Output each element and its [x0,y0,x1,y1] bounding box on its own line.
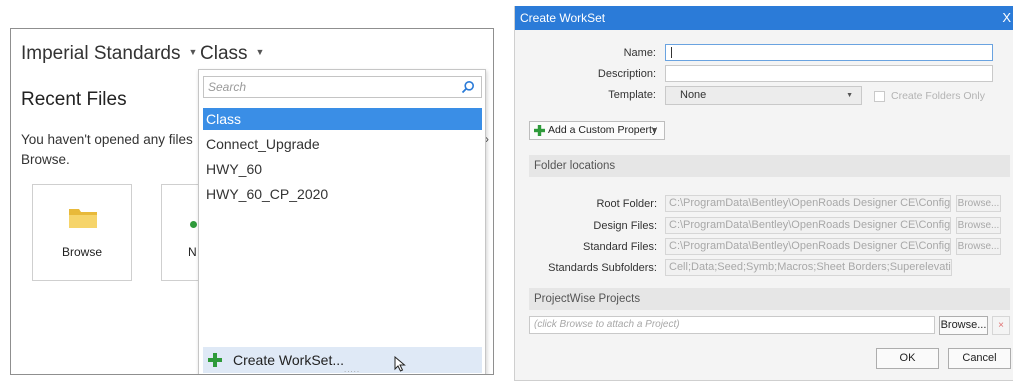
design-files-label: Design Files: [593,220,657,232]
dropdown-item-class[interactable]: Class [203,108,482,130]
browse-tile-label: Browse [61,245,102,259]
chevron-down-icon: ▼ [651,127,658,134]
browse-tile[interactable]: Browse [32,184,132,281]
standard-files-browse-button[interactable]: Browse... [956,238,1001,255]
design-files-browse-button[interactable]: Browse... [956,217,1001,234]
standard-files-label: Standard Files: [583,241,657,253]
dialog-titlebar: Create WorkSet X [515,6,1013,30]
template-select-value: None [680,89,707,101]
standards-subfolders-label: Standards Subfolders: [548,262,657,274]
chevron-down-icon: ▼ [255,47,265,57]
create-workset-label: Create WorkSet... [233,352,345,368]
workset-dropdown: Class Connect_Upgrade HWY_60 HWY_60_CP_2… [198,69,486,374]
projectwise-projects-header: ProjectWise Projects [529,288,1010,310]
chevron-down-icon: ▼ [846,92,853,99]
root-folder-input[interactable]: C:\ProgramData\Bentley\OpenRoads Designe… [665,195,951,212]
workset-selector[interactable]: Class ▼ [200,43,264,65]
text-caret [671,47,672,58]
folder-icon [69,209,97,228]
search-icon[interactable] [461,80,475,94]
projectwise-remove-icon[interactable]: × [992,316,1010,335]
add-custom-property-label: Add a Custom Property [548,124,658,136]
description-label: Description: [597,68,656,80]
resize-grip[interactable]: ..... [344,365,360,374]
name-label: Name: [623,47,656,59]
folder-locations-header: Folder locations [529,155,1010,177]
create-workset-dialog: Create WorkSet X Name: Description: Temp… [514,6,1013,381]
projectwise-browse-button[interactable]: Browse... [939,316,988,335]
projectwise-project-field[interactable]: (click Browse to attach a Project) [529,316,935,334]
dialog-title: Create WorkSet [520,11,606,25]
standards-selector-label: Imperial Standards [21,43,181,64]
create-workset-button[interactable]: Create WorkSet... [203,347,482,373]
name-input[interactable] [665,44,993,61]
template-label: Template: [608,89,656,101]
template-select[interactable]: None ▼ [665,86,862,105]
dropdown-item-connect-upgrade[interactable]: Connect_Upgrade [203,133,482,155]
recent-message-line-1: You haven't opened any files [21,132,193,147]
dropdown-item-hwy-60[interactable]: HWY_60 [203,158,482,180]
start-page-panel: Imperial Standards ▼ Class ▼ Recent Files … [10,28,494,375]
create-folders-only-label: Create Folders Only [891,90,985,102]
ok-button[interactable]: OK [876,348,939,369]
standards-subfolders-input[interactable]: Cell;Data;Seed;Symb;Macros;Sheet Borders… [665,259,952,276]
plus-icon [208,353,222,367]
close-icon[interactable]: X [1002,6,1011,30]
workset-search-box [203,76,482,98]
create-folders-only-checkbox[interactable] [874,91,885,102]
recent-files-message: You haven't opened any files Browse. [21,130,201,170]
new-file-icon [190,221,197,228]
workset-selector-label: Class [200,43,248,64]
design-files-input[interactable]: C:\ProgramData\Bentley\OpenRoads Designe… [665,217,951,234]
standards-selector[interactable]: Imperial Standards ▼ [21,43,197,65]
root-folder-browse-button[interactable]: Browse... [956,195,1001,212]
mouse-cursor-icon [394,356,406,372]
chevron-down-icon: ▼ [188,47,198,57]
workset-search-input[interactable] [208,79,448,95]
add-custom-property-button[interactable]: Add a Custom Property ▼ [529,121,665,140]
description-input[interactable] [665,65,993,82]
root-folder-label: Root Folder: [596,198,657,210]
dropdown-item-hwy-60-cp-2020[interactable]: HWY_60_CP_2020 [203,183,482,205]
standard-files-input[interactable]: C:\ProgramData\Bentley\OpenRoads Designe… [665,238,951,255]
recent-message-line-2: Browse. [21,152,70,167]
cancel-button[interactable]: Cancel [948,348,1011,369]
plus-icon [534,125,545,136]
recent-files-title: Recent Files [21,89,127,110]
